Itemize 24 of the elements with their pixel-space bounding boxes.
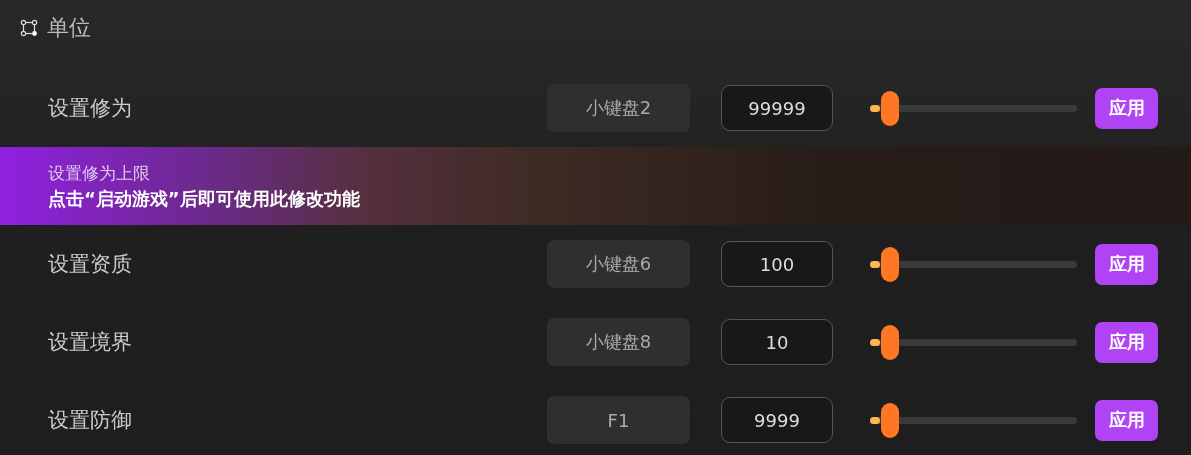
value-input[interactable]: 100 <box>721 241 833 287</box>
apply-button[interactable]: 应用 <box>1095 243 1158 285</box>
hotkey-box[interactable]: F1 <box>547 396 690 444</box>
slider-thumb[interactable] <box>881 246 900 282</box>
hotkey-box[interactable]: 小键盘6 <box>547 240 690 288</box>
hotkey-box[interactable]: 小键盘2 <box>547 84 690 132</box>
setting-label: 设置资质 <box>48 251 133 278</box>
tooltip-message: 点击“启动游戏”后即可使用此修改功能 <box>48 186 361 211</box>
value-input[interactable]: 99999 <box>721 85 833 131</box>
slider-thumb[interactable] <box>881 324 900 360</box>
setting-label: 设置修为 <box>48 95 133 122</box>
slider-thumb[interactable] <box>881 402 900 438</box>
apply-button[interactable]: 应用 <box>1095 399 1158 441</box>
value-input[interactable]: 9999 <box>721 397 833 443</box>
tooltip-title: 设置修为上限 <box>48 161 151 185</box>
slider-thumb[interactable] <box>881 90 900 126</box>
section-title: 单位 <box>47 15 91 41</box>
setting-label: 设置防御 <box>48 407 133 434</box>
setting-label: 设置境界 <box>48 329 133 356</box>
apply-button[interactable]: 应用 <box>1095 87 1158 129</box>
value-input[interactable]: 10 <box>721 319 833 365</box>
hotkey-box[interactable]: 小键盘8 <box>547 318 690 366</box>
nodes-icon <box>20 19 38 37</box>
apply-button[interactable]: 应用 <box>1095 321 1158 363</box>
